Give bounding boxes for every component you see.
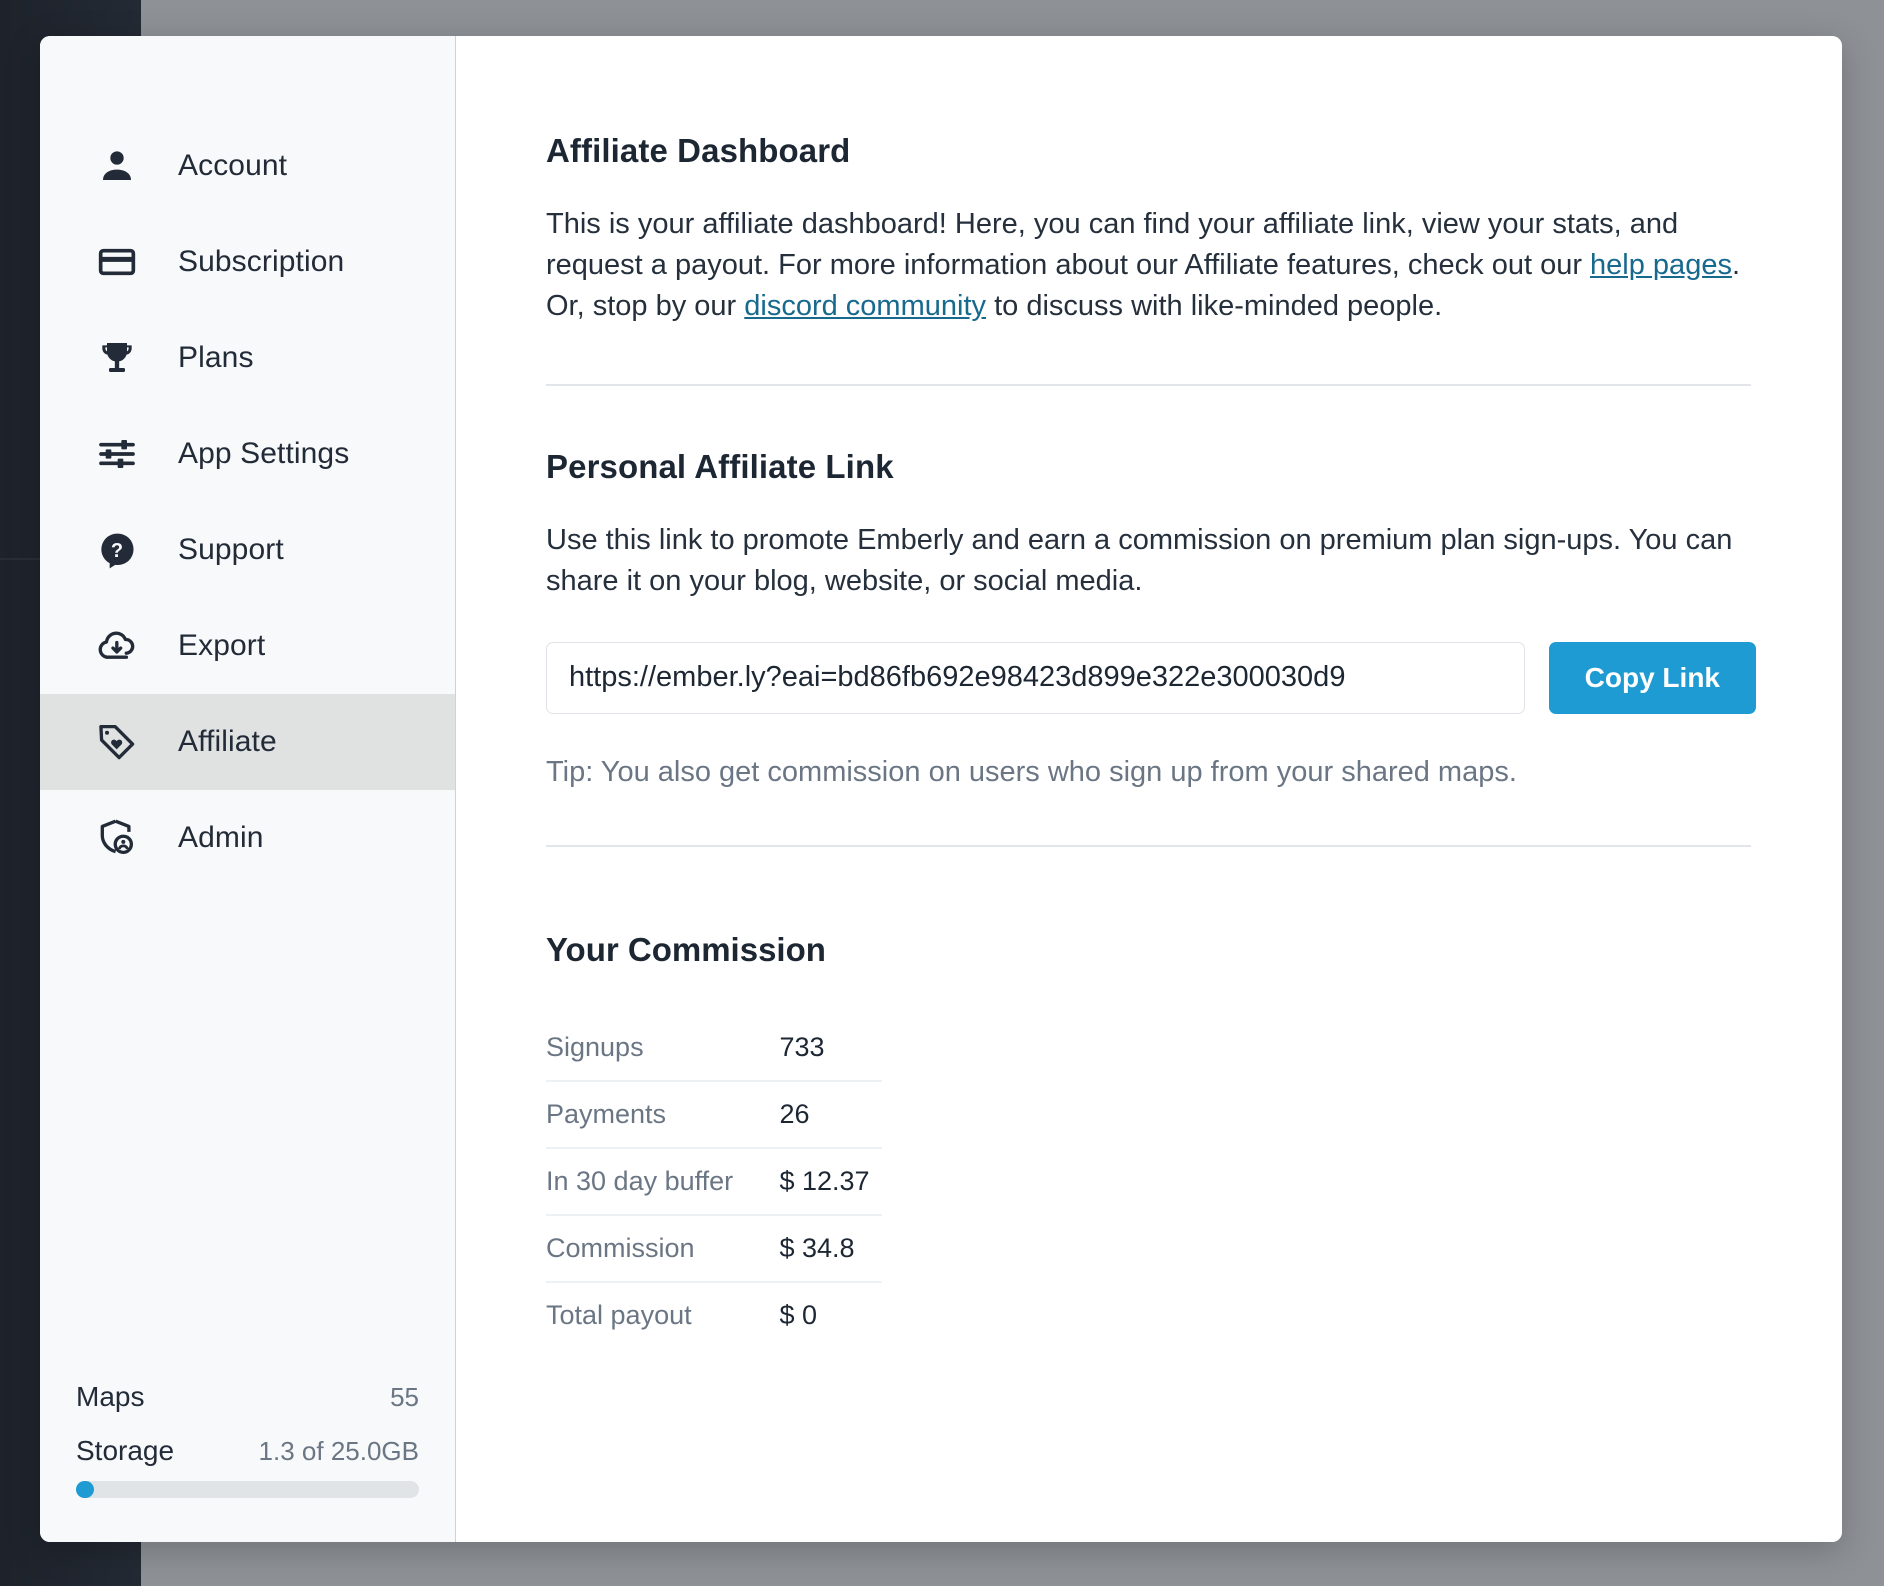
table-row: Commission $ 34.8 bbox=[546, 1214, 882, 1283]
trophy-icon bbox=[96, 337, 138, 379]
dashboard-intro-text: This is your affiliate dashboard! Here, … bbox=[546, 204, 1751, 328]
settings-modal: Account Subscription Plans App Settings … bbox=[40, 36, 1842, 1542]
commission-table: Signups 733 Payments 26 In 30 day buffer $ 12… bbox=[546, 1014, 882, 1348]
sidebar-item-admin[interactable]: Admin bbox=[40, 790, 455, 886]
sliders-icon bbox=[96, 433, 138, 475]
maps-count: 55 bbox=[390, 1382, 419, 1412]
sidebar-item-export[interactable]: Export bbox=[40, 598, 455, 694]
sidebar-item-label: Subscription bbox=[178, 245, 345, 278]
storage-progress-bar bbox=[76, 1481, 419, 1498]
affiliate-tip-text: Tip: You also get commission on users wh… bbox=[546, 755, 1517, 788]
maps-label: Maps bbox=[76, 1381, 145, 1412]
commission-title: Your Commission bbox=[546, 930, 826, 968]
storage-label: Storage bbox=[76, 1435, 175, 1466]
credit-card-icon bbox=[96, 241, 138, 283]
sidebar-item-label: Plans bbox=[178, 341, 254, 374]
sidebar-item-affiliate[interactable]: Affiliate bbox=[40, 694, 455, 790]
affiliate-link-title: Personal Affiliate Link bbox=[546, 447, 894, 485]
affiliate-link-description: Use this link to promote Emberly and ear… bbox=[546, 523, 1733, 597]
sidebar-item-support[interactable]: ? Support bbox=[40, 502, 455, 598]
sidebar-item-label: Support bbox=[178, 533, 284, 566]
table-row: Total payout $ 0 bbox=[546, 1282, 882, 1348]
commission-row-label: Commission bbox=[546, 1214, 780, 1283]
affiliate-link-input[interactable] bbox=[546, 641, 1525, 714]
svg-text:?: ? bbox=[111, 540, 123, 562]
discord-community-link[interactable]: discord community bbox=[744, 290, 986, 322]
commission-row-value: $ 34.8 bbox=[779, 1214, 882, 1283]
sidebar-item-label: Export bbox=[178, 629, 266, 662]
sidebar-usage-footer: Maps 55 Storage 1.3 of 25.0GB bbox=[40, 1381, 455, 1542]
shield-person-icon bbox=[96, 817, 138, 859]
help-pages-link[interactable]: help pages bbox=[1590, 249, 1732, 281]
commission-row-value: 26 bbox=[779, 1080, 882, 1149]
storage-progress-fill bbox=[76, 1481, 94, 1498]
screen-root: Account Subscription Plans App Settings … bbox=[0, 0, 1884, 1586]
sidebar-nav: Account Subscription Plans App Settings … bbox=[40, 36, 455, 886]
table-row: Payments 26 bbox=[546, 1080, 882, 1149]
commission-row-value: $ 0 bbox=[779, 1299, 818, 1330]
page-title: Affiliate Dashboard bbox=[546, 132, 851, 169]
sidebar-item-label: Affiliate bbox=[178, 725, 277, 758]
affiliate-link-row: Copy Link bbox=[546, 641, 1756, 714]
table-row: In 30 day buffer $ 12.37 bbox=[546, 1147, 882, 1216]
commission-row-label: Total payout bbox=[546, 1299, 692, 1330]
table-row: Signups 733 bbox=[546, 1014, 882, 1082]
tag-heart-icon bbox=[96, 721, 138, 763]
person-icon bbox=[96, 145, 138, 187]
sidebar-item-subscription[interactable]: Subscription bbox=[40, 214, 455, 310]
maps-usage-row: Maps 55 bbox=[76, 1381, 419, 1413]
commission-row-value: 733 bbox=[779, 1014, 882, 1082]
sidebar-item-account[interactable]: Account bbox=[40, 118, 455, 214]
affiliate-panel: Affiliate Dashboard This is your affilia… bbox=[456, 36, 1842, 1542]
sidebar-item-app-settings[interactable]: App Settings bbox=[40, 406, 455, 502]
question-mark-icon: ? bbox=[96, 529, 138, 571]
commission-row-label: In 30 day buffer bbox=[546, 1147, 780, 1216]
sidebar-item-plans[interactable]: Plans bbox=[40, 310, 455, 406]
settings-sidebar: Account Subscription Plans App Settings … bbox=[40, 36, 456, 1542]
intro-text-part-1: This is your affiliate dashboard! Here, … bbox=[546, 208, 1679, 282]
sidebar-item-label: Account bbox=[178, 149, 288, 182]
storage-value: 1.3 of 25.0GB bbox=[258, 1436, 419, 1466]
sidebar-item-label: App Settings bbox=[178, 437, 350, 470]
commission-row-label: Signups bbox=[546, 1014, 780, 1082]
commission-row-label: Payments bbox=[546, 1080, 780, 1149]
copy-link-button[interactable]: Copy Link bbox=[1548, 641, 1756, 714]
storage-usage-row: Storage 1.3 of 25.0GB bbox=[76, 1435, 419, 1467]
intro-text-part-3: to discuss with like-minded people. bbox=[986, 290, 1443, 323]
commission-row-value: $ 12.37 bbox=[779, 1147, 882, 1216]
cloud-download-icon bbox=[96, 625, 138, 667]
sidebar-item-label: Admin bbox=[178, 821, 264, 854]
